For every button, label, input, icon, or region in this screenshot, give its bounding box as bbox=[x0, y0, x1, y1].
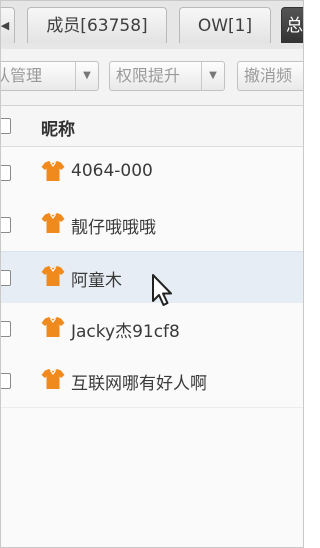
member-table-header: 昵称 bbox=[1, 106, 303, 147]
shirt-icon bbox=[41, 266, 65, 286]
member-nickname: 阿童木 bbox=[71, 271, 122, 291]
tab-members-label: 成员[63758] bbox=[46, 16, 148, 36]
member-nickname: 互联网哪有好人啊 bbox=[71, 374, 207, 394]
toolbar: 队管理 ▼ 权限提升 ▼ 撤消频 bbox=[1, 49, 303, 106]
select-all-checkbox[interactable] bbox=[1, 118, 11, 134]
member-row[interactable]: 靓仔哦哦哦 bbox=[1, 199, 303, 252]
tab-partial-label: 总 bbox=[286, 16, 303, 36]
revoke-label: 撤消频 bbox=[244, 66, 293, 85]
tab-scroll-left-button[interactable]: ◀ bbox=[0, 7, 15, 43]
member-row[interactable]: 4064-000 bbox=[1, 147, 303, 200]
member-row[interactable]: 互联网哪有好人啊 bbox=[1, 355, 303, 408]
channel-member-panel: ◀ 成员[63758] OW[1] 总 队管理 ▼ 权限提升 ▼ 撤消频 昵称 … bbox=[0, 0, 304, 548]
triangle-left-icon: ◀ bbox=[0, 19, 10, 32]
permission-raise-dropdown[interactable]: 权限提升 ▼ bbox=[109, 61, 225, 91]
tab-ow[interactable]: OW[1] bbox=[179, 7, 271, 43]
member-nickname: 靓仔哦哦哦 bbox=[71, 218, 156, 238]
row-checkbox[interactable] bbox=[1, 165, 11, 181]
row-checkbox[interactable] bbox=[1, 217, 11, 233]
shirt-icon bbox=[41, 213, 65, 233]
shirt-icon bbox=[41, 369, 65, 389]
member-nickname: Jacky杰91cf8 bbox=[71, 322, 180, 342]
nickname-column-header[interactable]: 昵称 bbox=[41, 115, 75, 140]
row-checkbox[interactable] bbox=[1, 321, 11, 337]
shirt-icon bbox=[41, 317, 65, 337]
team-manage-dropdown[interactable]: 队管理 ▼ bbox=[1, 61, 99, 91]
team-manage-label: 队管理 bbox=[1, 66, 43, 85]
tab-partial[interactable]: 总 bbox=[281, 7, 303, 43]
tab-ow-label: OW[1] bbox=[197, 16, 253, 36]
dropdown-arrow-icon[interactable]: ▼ bbox=[201, 62, 224, 90]
tab-members[interactable]: 成员[63758] bbox=[27, 7, 167, 43]
revoke-button[interactable]: 撤消频 bbox=[237, 61, 303, 91]
mouse-pointer-icon bbox=[152, 274, 172, 306]
shirt-icon bbox=[41, 161, 65, 181]
tab-bar: ◀ 成员[63758] OW[1] 总 bbox=[1, 1, 303, 50]
permission-raise-label: 权限提升 bbox=[116, 66, 181, 85]
row-checkbox[interactable] bbox=[1, 373, 11, 389]
dropdown-arrow-icon[interactable]: ▼ bbox=[75, 62, 98, 90]
member-row[interactable]: Jacky杰91cf8 bbox=[1, 303, 303, 356]
member-nickname: 4064-000 bbox=[71, 161, 153, 181]
row-checkbox[interactable] bbox=[1, 270, 11, 286]
